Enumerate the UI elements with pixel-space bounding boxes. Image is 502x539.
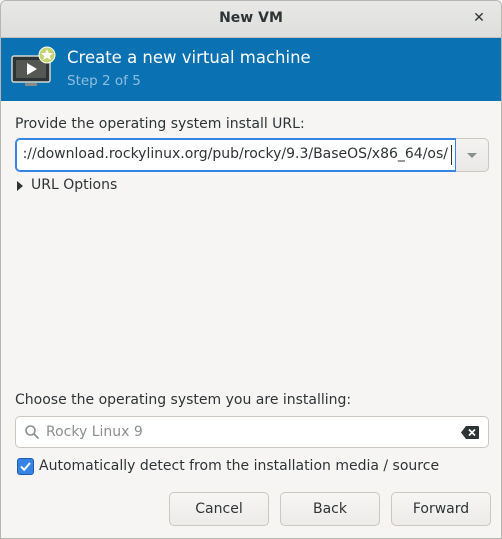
wizard-banner: Create a new virtual machine Step 2 of 5 xyxy=(1,38,501,101)
back-button[interactable]: Back xyxy=(280,492,380,526)
install-url-combo: ://download.rockylinux.org/pub/rocky/9.3… xyxy=(15,138,489,172)
virtual-machine-icon xyxy=(11,46,56,86)
checkmark-icon xyxy=(20,462,31,472)
expander-arrow-icon xyxy=(17,181,23,191)
install-url-label: Provide the operating system install URL… xyxy=(15,116,305,132)
new-vm-dialog: New VM ✕ Create a new virtual machine St… xyxy=(0,0,502,539)
titlebar: New VM ✕ xyxy=(1,1,501,38)
os-select-label: Choose the operating system you are inst… xyxy=(15,392,352,408)
install-url-value: ://download.rockylinux.org/pub/rocky/9.3… xyxy=(22,146,448,162)
os-search-input[interactable]: Rocky Linux 9 xyxy=(15,416,489,448)
chevron-down-icon xyxy=(467,153,477,158)
wizard-heading: Create a new virtual machine xyxy=(67,48,311,67)
wizard-step: Step 2 of 5 xyxy=(67,73,141,89)
text-cursor xyxy=(451,145,452,165)
clear-icon[interactable] xyxy=(461,426,479,439)
window-title: New VM xyxy=(219,10,283,26)
cancel-button[interactable]: Cancel xyxy=(169,492,269,526)
autodetect-checkbox[interactable] xyxy=(17,458,34,475)
autodetect-label: Automatically detect from the installati… xyxy=(39,458,440,474)
install-url-dropdown-button[interactable] xyxy=(456,138,489,172)
install-url-input[interactable]: ://download.rockylinux.org/pub/rocky/9.3… xyxy=(15,138,457,172)
forward-button[interactable]: Forward xyxy=(391,492,491,526)
search-icon xyxy=(25,425,39,439)
close-icon[interactable]: ✕ xyxy=(469,8,489,28)
os-search-value: Rocky Linux 9 xyxy=(46,424,143,440)
url-options-label: URL Options xyxy=(31,177,118,193)
